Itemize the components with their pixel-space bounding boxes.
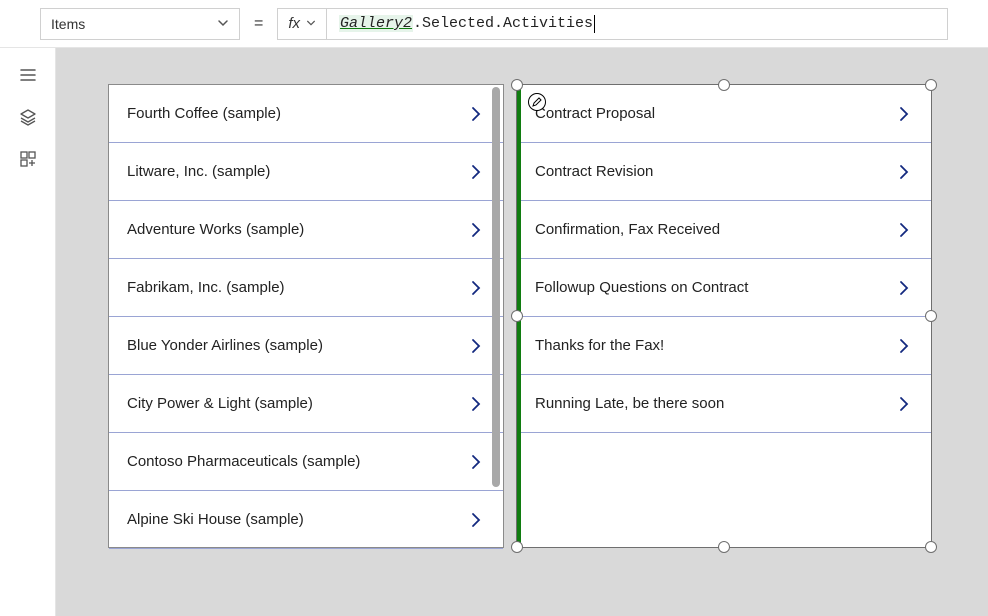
fx-button[interactable]: fx <box>277 8 327 40</box>
gallery-row[interactable]: Contract Proposal <box>517 85 931 143</box>
chevron-down-icon <box>306 15 316 32</box>
resize-handle[interactable] <box>718 541 730 553</box>
chevron-down-icon <box>217 16 229 32</box>
row-label: Followup Questions on Contract <box>535 279 748 296</box>
gallery-row[interactable]: Followup Questions on Contract <box>517 259 931 317</box>
resize-handle[interactable] <box>511 79 523 91</box>
row-label: Adventure Works (sample) <box>127 221 304 238</box>
left-toolbar <box>0 48 56 616</box>
gallery-row[interactable]: Adventure Works (sample) <box>109 201 503 259</box>
gallery-row[interactable]: Contoso Pharmaceuticals (sample) <box>109 433 503 491</box>
chevron-right-icon <box>897 278 915 298</box>
text-caret <box>594 15 595 33</box>
chevron-right-icon <box>897 104 915 124</box>
formula-token-gallery: Gallery2 <box>339 15 413 32</box>
chevron-right-icon <box>469 394 487 414</box>
row-label: Litware, Inc. (sample) <box>127 163 270 180</box>
gallery-row[interactable]: Thanks for the Fax! <box>517 317 931 375</box>
gallery-row[interactable]: Contract Revision <box>517 143 931 201</box>
layers-icon[interactable] <box>19 108 37 126</box>
gallery-row[interactable]: Fourth Coffee (sample) <box>109 85 503 143</box>
equals-label: = <box>240 15 277 33</box>
gallery-row[interactable]: Fabrikam, Inc. (sample) <box>109 259 503 317</box>
resize-handle[interactable] <box>511 541 523 553</box>
chevron-right-icon <box>897 162 915 182</box>
canvas[interactable]: Fourth Coffee (sample) Litware, Inc. (sa… <box>56 48 988 616</box>
row-label: Fabrikam, Inc. (sample) <box>127 279 285 296</box>
chevron-right-icon <box>897 220 915 240</box>
gallery-row[interactable]: Confirmation, Fax Received <box>517 201 931 259</box>
chevron-right-icon <box>897 394 915 414</box>
gallery-row[interactable]: City Power & Light (sample) <box>109 375 503 433</box>
row-label: Fourth Coffee (sample) <box>127 105 281 122</box>
resize-handle[interactable] <box>511 310 523 322</box>
row-label: Contract Proposal <box>535 105 655 122</box>
formula-bar: Items = fx Gallery2.Selected.Activities <box>0 0 988 48</box>
row-label: Confirmation, Fax Received <box>535 221 720 238</box>
chevron-right-icon <box>469 162 487 182</box>
chevron-right-icon <box>469 220 487 240</box>
gallery-row[interactable]: Alpine Ski House (sample) <box>109 491 503 549</box>
gallery-row[interactable]: Blue Yonder Airlines (sample) <box>109 317 503 375</box>
chevron-right-icon <box>897 336 915 356</box>
chevron-right-icon <box>469 452 487 472</box>
resize-handle[interactable] <box>925 310 937 322</box>
gallery-row[interactable]: Running Late, be there soon <box>517 375 931 433</box>
fx-label: fx <box>288 15 300 32</box>
gallery-row[interactable]: Litware, Inc. (sample) <box>109 143 503 201</box>
chevron-right-icon <box>469 104 487 124</box>
row-label: Running Late, be there soon <box>535 395 724 412</box>
scrollbar[interactable] <box>492 87 500 487</box>
row-label: Contract Revision <box>535 163 653 180</box>
gallery-activities[interactable]: Contract Proposal Contract Revision Conf… <box>516 84 932 548</box>
property-selector[interactable]: Items <box>40 8 240 40</box>
resize-handle[interactable] <box>925 541 937 553</box>
chevron-right-icon <box>469 336 487 356</box>
row-label: Blue Yonder Airlines (sample) <box>127 337 323 354</box>
row-label: Thanks for the Fax! <box>535 337 664 354</box>
chevron-right-icon <box>469 510 487 530</box>
row-label: Contoso Pharmaceuticals (sample) <box>127 453 360 470</box>
row-label: City Power & Light (sample) <box>127 395 313 412</box>
formula-token-rest: .Selected.Activities <box>413 15 593 32</box>
property-selector-value: Items <box>51 16 85 32</box>
components-icon[interactable] <box>19 150 37 168</box>
row-label: Alpine Ski House (sample) <box>127 511 304 528</box>
hamburger-icon[interactable] <box>19 66 37 84</box>
template-edit-icon[interactable] <box>528 93 546 111</box>
gallery-accounts[interactable]: Fourth Coffee (sample) Litware, Inc. (sa… <box>108 84 504 548</box>
chevron-right-icon <box>469 278 487 298</box>
resize-handle[interactable] <box>925 79 937 91</box>
formula-input[interactable]: Gallery2.Selected.Activities <box>327 8 948 40</box>
resize-handle[interactable] <box>718 79 730 91</box>
